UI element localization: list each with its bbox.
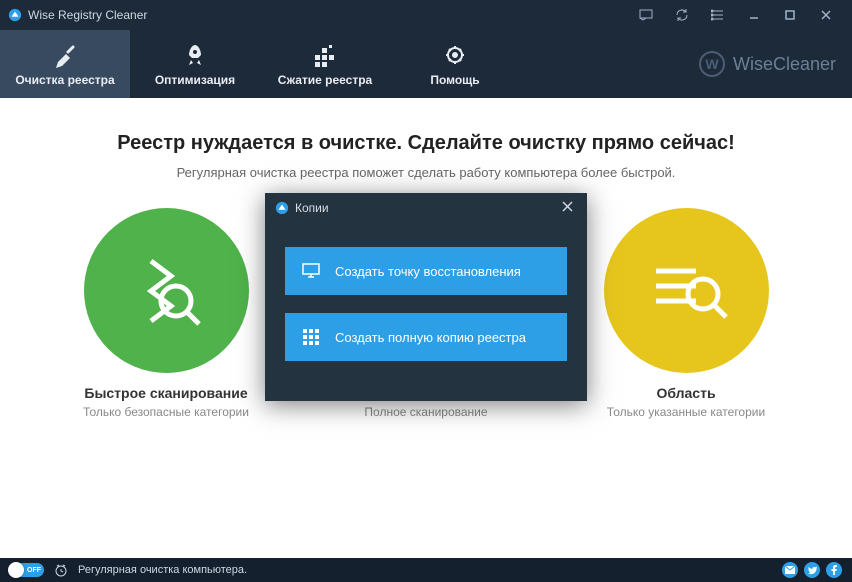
toolbar: Очистка реестра Оптимизация Сжатие реест…	[0, 30, 852, 98]
brand: W WiseCleaner	[699, 30, 852, 98]
feedback-button[interactable]	[628, 0, 664, 30]
dialog-titlebar: Копии	[265, 193, 587, 223]
tab-label: Помощь	[430, 73, 479, 87]
maximize-button[interactable]	[772, 0, 808, 30]
refresh-button[interactable]	[664, 0, 700, 30]
dialog-close-button[interactable]	[558, 197, 577, 219]
backup-dialog: Копии Создать точку восстановления Созда…	[265, 193, 587, 401]
titlebar: Wise Registry Cleaner	[0, 0, 852, 30]
brush-icon	[51, 41, 79, 69]
rocket-icon	[181, 41, 209, 69]
tab-registry-clean[interactable]: Очистка реестра	[0, 30, 130, 98]
brand-icon: W	[699, 51, 725, 77]
tab-label: Оптимизация	[155, 73, 235, 87]
custom-scan-icon	[604, 208, 769, 373]
grid-icon	[301, 329, 321, 345]
dialog-title: Копии	[295, 201, 329, 215]
statusbar: OFF Регулярная очистка компьютера.	[0, 558, 852, 582]
tab-help[interactable]: Помощь	[390, 30, 520, 98]
headline: Реестр нуждается в очистке. Сделайте очи…	[0, 98, 852, 155]
quick-scan[interactable]: Быстрое сканирование Только безопасные к…	[81, 208, 251, 419]
tab-label: Очистка реестра	[15, 73, 114, 87]
status-text: Регулярная очистка компьютера.	[78, 564, 247, 576]
menu-button[interactable]	[700, 0, 736, 30]
close-button[interactable]	[808, 0, 844, 30]
facebook-button[interactable]	[826, 562, 842, 578]
button-label: Создать точку восстановления	[335, 264, 521, 279]
monitor-icon	[301, 263, 321, 279]
minimize-button[interactable]	[736, 0, 772, 30]
custom-scan[interactable]: Область Только указанные категории	[601, 208, 771, 419]
scan-title: Быстрое сканирование	[84, 385, 247, 401]
twitter-button[interactable]	[804, 562, 820, 578]
gear-wrench-icon	[441, 41, 469, 69]
scan-sub: Только указанные категории	[601, 405, 771, 419]
app-icon	[8, 8, 22, 22]
quick-scan-icon	[84, 208, 249, 373]
schedule-toggle[interactable]: OFF	[10, 563, 44, 577]
tab-defrag[interactable]: Сжатие реестра	[260, 30, 390, 98]
button-label: Создать полную копию реестра	[335, 330, 526, 345]
blocks-icon	[311, 41, 339, 69]
app-title: Wise Registry Cleaner	[28, 8, 147, 22]
mail-button[interactable]	[782, 562, 798, 578]
toggle-label: OFF	[27, 567, 41, 574]
scan-sub: Только безопасные категории	[81, 405, 251, 419]
subline: Регулярная очистка реестра поможет сдела…	[0, 165, 852, 180]
tab-label: Сжатие реестра	[278, 73, 372, 87]
app-icon	[275, 201, 289, 215]
create-full-backup-button[interactable]: Создать полную копию реестра	[285, 313, 567, 361]
clock-icon	[54, 563, 68, 577]
tab-optimization[interactable]: Оптимизация	[130, 30, 260, 98]
scan-sub: Полное сканирование	[341, 405, 511, 419]
scan-title: Область	[656, 385, 715, 401]
brand-text: WiseCleaner	[733, 54, 836, 75]
create-restore-point-button[interactable]: Создать точку восстановления	[285, 247, 567, 295]
